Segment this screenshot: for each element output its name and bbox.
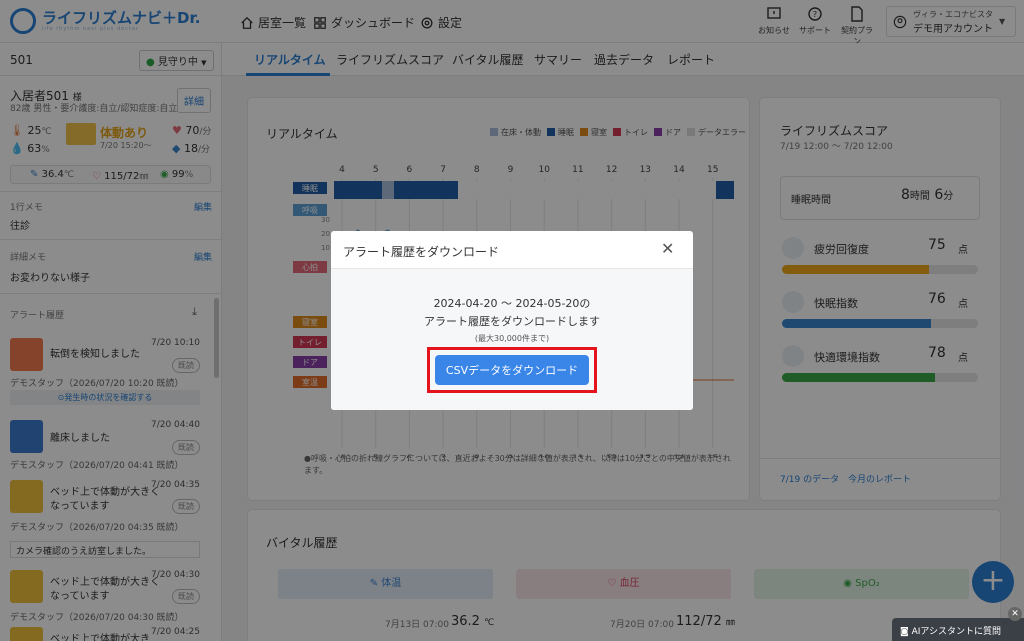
highlight-box: [427, 347, 597, 393]
modal-limit: (最大30,000件まで): [474, 334, 550, 343]
download-modal: アラート履歴をダウンロード ✕ 2024-04-20 〜 2024-05-20の…: [331, 231, 693, 410]
ai-assistant-label: AIアシスタントに質問: [911, 627, 1002, 637]
modal-range-text: 2024-04-20 〜 2024-05-20の: [433, 297, 591, 310]
ai-assistant-button[interactable]: ◙ AIアシスタントに質問: [892, 618, 1024, 641]
close-icon[interactable]: ✕: [661, 239, 674, 258]
modal-title: アラート履歴をダウンロード: [343, 245, 500, 259]
robot-icon: ◙: [900, 627, 909, 637]
close-icon[interactable]: ✕: [1008, 607, 1022, 621]
modal-desc: アラート履歴をダウンロードします: [424, 315, 600, 328]
modal-header: アラート履歴をダウンロード ✕: [331, 231, 693, 269]
